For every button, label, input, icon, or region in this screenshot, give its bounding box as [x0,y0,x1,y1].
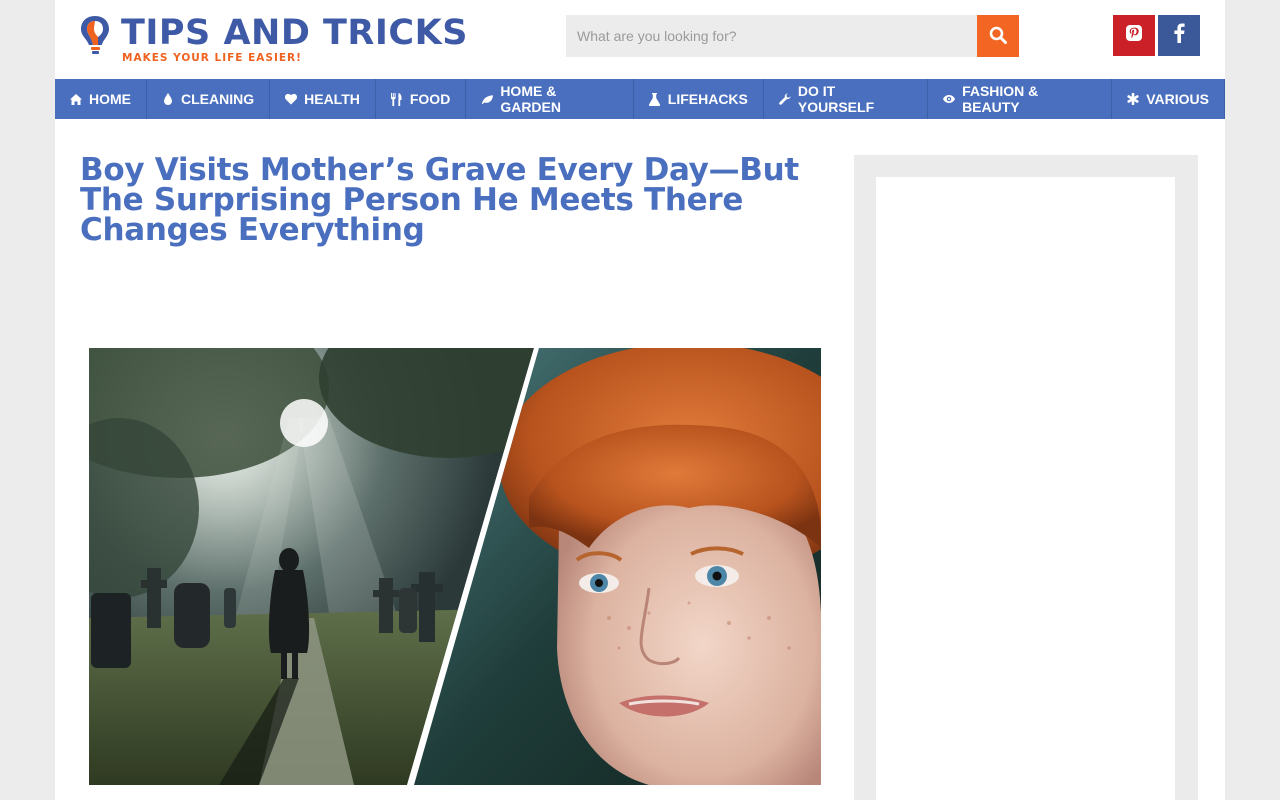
nav-label: HOME [89,91,131,107]
eye-icon [943,93,956,105]
article-title: Boy Visits Mother’s Grave Every Day—But … [80,152,799,248]
facebook-icon [1173,23,1185,48]
nav-item-health[interactable]: HEALTH [270,79,376,119]
page-wrapper: TIPS AND TRICKS MAKES YOUR LIFE EASIER! [55,0,1225,800]
leaf-icon [481,93,494,105]
main-nav: HOME CLEANING HEALTH FOOD HOME & GARDEN [55,79,1225,119]
nav-label: HOME & GARDEN [500,83,561,115]
logo-title: TIPS AND TRICKS [121,13,468,53]
home-icon [70,93,82,105]
nav-label: CLEANING [181,91,255,107]
lightbulb-icon [79,14,111,66]
nav-label: FASHION & BEAUTY [962,83,1039,115]
search-input[interactable] [566,15,977,57]
nav-item-home[interactable]: HOME [55,79,147,119]
cutlery-icon [391,92,403,106]
asterisk-icon [1127,93,1139,105]
nav-item-various[interactable]: VARIOUS [1112,79,1225,119]
nav-item-food[interactable]: FOOD [376,79,467,119]
wrench-icon [779,93,791,105]
nav-item-home-garden[interactable]: HOME & GARDEN [466,79,634,119]
article-hero-image[interactable] [89,348,821,785]
site-header: TIPS AND TRICKS MAKES YOUR LIFE EASIER! [55,0,1225,79]
heart-icon [285,93,298,105]
nav-label: FOOD [409,91,451,107]
nav-label: DO IT YOURSELF [797,83,875,115]
nav-item-fashion-beauty[interactable]: FASHION & BEAUTY [928,79,1113,119]
nav-item-lifehacks[interactable]: LIFEHACKS [634,79,764,119]
sidebar [854,155,1198,800]
main-content: Boy Visits Mother’s Grave Every Day—But … [55,129,1225,800]
site-logo[interactable]: TIPS AND TRICKS MAKES YOUR LIFE EASIER! [79,14,468,66]
pinterest-button[interactable] [1113,15,1155,56]
social-links [1113,15,1200,56]
droplet-icon [162,93,174,105]
nav-label: LIFEHACKS [667,91,748,107]
pinterest-icon [1125,24,1143,47]
search-button[interactable] [977,15,1019,57]
nav-label: VARIOUS [1146,91,1209,107]
search-icon [989,26,1007,47]
nav-label: HEALTH [304,91,360,107]
nav-item-diy[interactable]: DO IT YOURSELF [764,79,929,119]
facebook-button[interactable] [1158,15,1200,56]
flask-icon [649,92,661,106]
search-bar [566,15,1019,57]
logo-tagline: MAKES YOUR LIFE EASIER! [122,52,302,64]
nav-item-cleaning[interactable]: CLEANING [147,79,271,119]
sidebar-ad-slot [876,177,1175,800]
